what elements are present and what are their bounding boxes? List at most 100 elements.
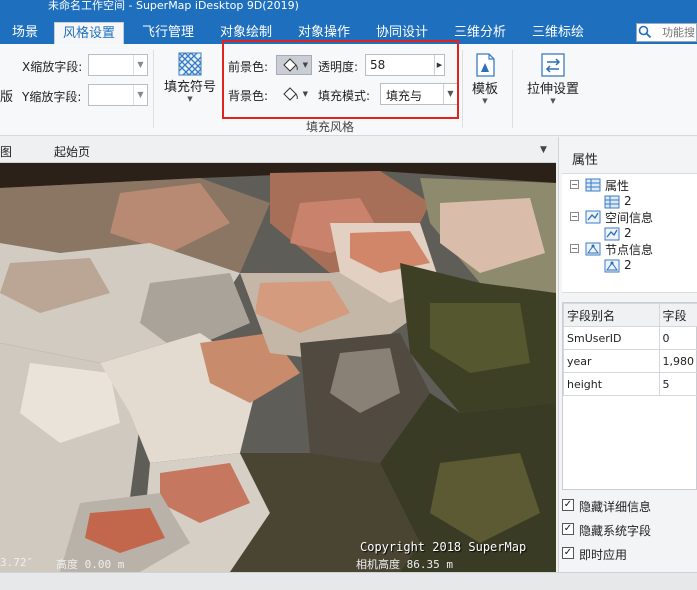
fill-mode-value: 填充与 [386, 89, 423, 103]
fill-symbol-label: 填充符号 [163, 80, 216, 95]
chevron-down-icon: ▼ [302, 61, 308, 69]
collapse-icon[interactable]: − [570, 212, 579, 221]
node-icon [604, 259, 620, 273]
ribbon-separator [462, 50, 463, 128]
status-bar [0, 572, 697, 590]
tab-3d-analysis[interactable]: 三维分析 [446, 22, 514, 44]
dropdown-arrow-icon[interactable]: ▼ [540, 145, 547, 155]
template-label: 模板 [471, 82, 498, 97]
y-scale-label: Y缩放字段: [22, 90, 82, 104]
chevron-down-icon: ▼ [482, 97, 488, 105]
background-color-button[interactable]: ▼ [276, 84, 312, 104]
chevron-down-icon: ▼ [302, 90, 308, 98]
checkmark-icon[interactable]: ✓ [562, 547, 574, 559]
altitude-readout: 高度 0.00 m [56, 558, 125, 571]
tree-node-node-info[interactable]: − 节点信息 [570, 241, 690, 257]
properties-panel-title: 属性 [572, 153, 599, 168]
opacity-value: 58 [370, 58, 386, 72]
fill-style-group-caption: 填充风格 [306, 120, 355, 134]
chevron-down-icon: ▼ [443, 84, 457, 104]
scene-left-value: 3.72″ [0, 556, 34, 569]
table-cell[interactable]: 1,980 [658, 349, 697, 373]
collapse-icon[interactable]: − [570, 180, 579, 189]
tab-flight-management[interactable]: 飞行管理 [134, 22, 202, 44]
tree-child-spatial-info[interactable]: 2 [604, 226, 664, 242]
paint-bucket-icon [283, 87, 298, 101]
table-icon [604, 195, 620, 209]
spin-arrow-icon[interactable]: ▶ [434, 55, 444, 75]
document-tab-strip: 图 起始页 ▼ [0, 137, 556, 163]
cut-off-button-label[interactable]: 版 [0, 86, 13, 105]
chevron-down-icon: ▼ [550, 97, 556, 105]
tab-style-settings[interactable]: 风格设置 [54, 22, 125, 44]
chevron-down-icon: ▼ [187, 95, 193, 103]
tab-object-operation[interactable]: 对象操作 [290, 22, 358, 44]
app-title: 未命名工作空间 - SuperMap iDesktop 9D(2019) [48, 0, 299, 12]
template-icon [476, 53, 495, 77]
tree-child-node-info[interactable]: 2 [604, 258, 664, 274]
fill-symbol-button[interactable]: 填充符号 ▼ [163, 52, 217, 103]
column-header[interactable]: 字段别名 [563, 303, 660, 327]
table-cell: SmUserID [563, 326, 660, 350]
title-bar: 未命名工作空间 - SuperMap iDesktop 9D(2019) [0, 0, 697, 20]
tree-child-label: 2 [624, 226, 632, 240]
foreground-color-label: 前景色: [228, 60, 269, 74]
paint-bucket-icon [283, 58, 298, 72]
opacity-label: 透明度: [318, 60, 359, 74]
tree-node-label: 空间信息 [605, 211, 654, 225]
y-scale-combo[interactable]: ▼ [88, 84, 148, 106]
tree-node-label: 属性 [605, 179, 630, 193]
table-icon [585, 178, 601, 192]
tab-collaborative-design[interactable]: 协同设计 [368, 22, 436, 44]
stretch-icon [541, 53, 565, 77]
search-icon[interactable] [638, 25, 652, 39]
tab-3d-plotting[interactable]: 三维标绘 [524, 22, 592, 44]
checkbox-label: 隐藏详细信息 [579, 500, 652, 514]
fill-mode-label: 填充模式: [318, 89, 371, 103]
table-cell[interactable]: 5 [658, 372, 697, 396]
ribbon-tab-bar: 场景 风格设置 飞行管理 对象绘制 对象操作 协同设计 三维分析 三维标绘 [0, 20, 697, 44]
checkmark-icon[interactable]: ✓ [562, 523, 574, 535]
tree-child-label: 2 [624, 194, 632, 208]
template-button[interactable]: 模板 ▼ [466, 52, 504, 105]
tab-scene-doc[interactable]: 图 [0, 143, 12, 160]
opacity-spinner[interactable]: 58 ▶ [365, 54, 445, 76]
city-scene-image [0, 163, 556, 572]
spatial-icon [604, 227, 620, 241]
scene-copyright: Copyright 2018 SuperMap [360, 540, 527, 554]
foreground-color-button[interactable]: ▼ [276, 55, 312, 75]
checkmark-icon[interactable]: ✓ [562, 499, 574, 511]
tree-node-label: 节点信息 [605, 243, 654, 257]
tab-scene[interactable]: 场景 [4, 22, 46, 44]
fill-mode-select[interactable]: 填充与 ▼ [380, 83, 458, 105]
3d-scene-view[interactable] [0, 163, 556, 572]
stretch-settings-button[interactable]: 拉伸设置 ▼ [522, 52, 584, 105]
tree-child-attributes[interactable]: 2 [604, 194, 664, 210]
spatial-icon [585, 210, 601, 224]
tab-object-drawing[interactable]: 对象绘制 [212, 22, 280, 44]
apply-immediately-checkbox[interactable]: ✓ 即时应用 [562, 546, 692, 562]
column-header[interactable]: 字段 [658, 303, 697, 327]
hide-details-checkbox[interactable]: ✓ 隐藏详细信息 [562, 498, 692, 514]
hide-system-fields-checkbox[interactable]: ✓ 隐藏系统字段 [562, 522, 692, 538]
table-cell[interactable]: 0 [658, 326, 697, 350]
table-row[interactable]: height 5 [563, 372, 697, 396]
table-row[interactable]: year 1,980 [563, 349, 697, 373]
x-scale-label: X缩放字段: [22, 60, 83, 74]
tree-child-label: 2 [624, 258, 632, 272]
table-header-row: 字段别名 字段 [563, 303, 697, 327]
x-scale-combo[interactable]: ▼ [88, 54, 148, 76]
app-window: 未命名工作空间 - SuperMap iDesktop 9D(2019) 场景 … [0, 0, 697, 590]
field-table: 字段别名 字段 SmUserID 0 year 1,980 height 5 [562, 302, 697, 490]
search-input[interactable] [662, 24, 697, 41]
tree-node-spatial-info[interactable]: − 空间信息 [570, 209, 690, 225]
tab-start-page[interactable]: 起始页 [54, 143, 90, 160]
node-icon [585, 242, 601, 256]
collapse-icon[interactable]: − [570, 244, 579, 253]
tree-node-attributes[interactable]: − 属性 [570, 177, 690, 193]
chevron-down-icon: ▼ [133, 55, 147, 75]
fill-symbol-icon [178, 52, 202, 76]
stretch-settings-label: 拉伸设置 [526, 82, 579, 97]
table-row[interactable]: SmUserID 0 [563, 326, 697, 350]
scene-status-bar: 3.72″ 高度 0.00 m 相机高度 86.35 m [0, 556, 556, 572]
